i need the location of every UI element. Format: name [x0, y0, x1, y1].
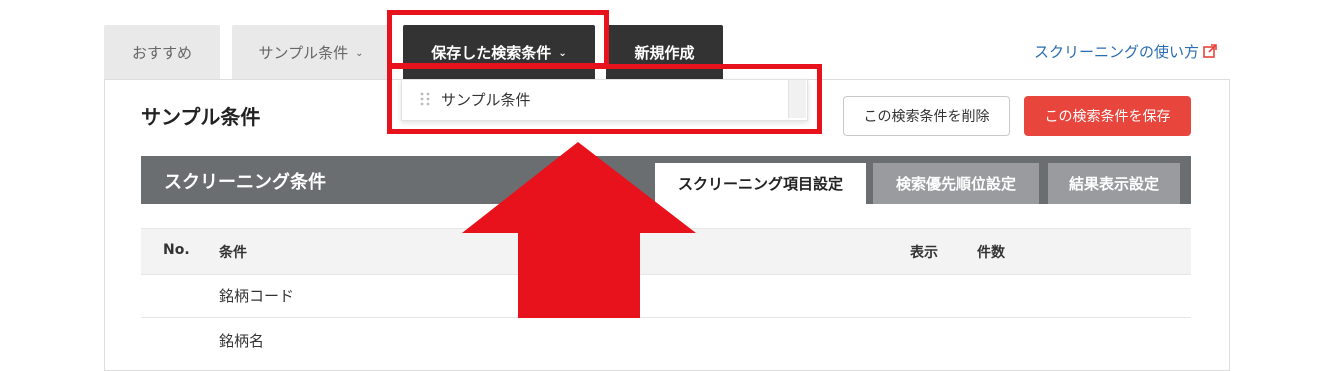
column-header-no: No. — [163, 242, 190, 258]
subtab-label: スクリーニング項目設定 — [677, 175, 843, 193]
chevron-down-icon: ⌄ — [355, 48, 364, 59]
tab-recommended[interactable]: おすすめ — [104, 25, 220, 80]
tab-label: 新規作成 — [634, 44, 695, 62]
column-header-display: 表示 — [910, 245, 938, 261]
highlight-box-tab — [387, 10, 609, 68]
page-title: サンプル条件 — [141, 105, 261, 129]
external-link-icon — [1203, 44, 1217, 58]
tab-search-priority[interactable]: 検索優先順位設定 — [873, 163, 1039, 204]
highlight-box-dropdown — [387, 64, 822, 134]
help-link[interactable]: スクリーニングの使い方 — [1034, 40, 1217, 62]
column-header-condition: 条件 — [219, 245, 247, 261]
row-condition: 銘柄名 — [219, 332, 265, 350]
row-condition: 銘柄コード — [219, 287, 295, 305]
button-label: この検索条件を保存 — [1044, 109, 1171, 125]
tab-label: おすすめ — [131, 44, 192, 62]
section-title: スクリーニング条件 — [164, 172, 326, 193]
tab-label: サンプル条件 — [258, 44, 349, 62]
save-condition-button[interactable]: この検索条件を保存 — [1024, 96, 1191, 136]
delete-condition-button[interactable]: この検索条件を削除 — [843, 96, 1010, 136]
help-link-label: スクリーニングの使い方 — [1034, 42, 1200, 61]
arrow-up-icon — [462, 142, 696, 318]
button-label: この検索条件を削除 — [863, 109, 990, 125]
subtab-label: 検索優先順位設定 — [895, 175, 1016, 193]
tab-result-display[interactable]: 結果表示設定 — [1048, 163, 1180, 204]
column-header-count: 件数 — [977, 245, 1005, 261]
tab-sample-conditions[interactable]: サンプル条件 ⌄ — [232, 25, 390, 80]
subtab-label: 結果表示設定 — [1068, 175, 1159, 193]
